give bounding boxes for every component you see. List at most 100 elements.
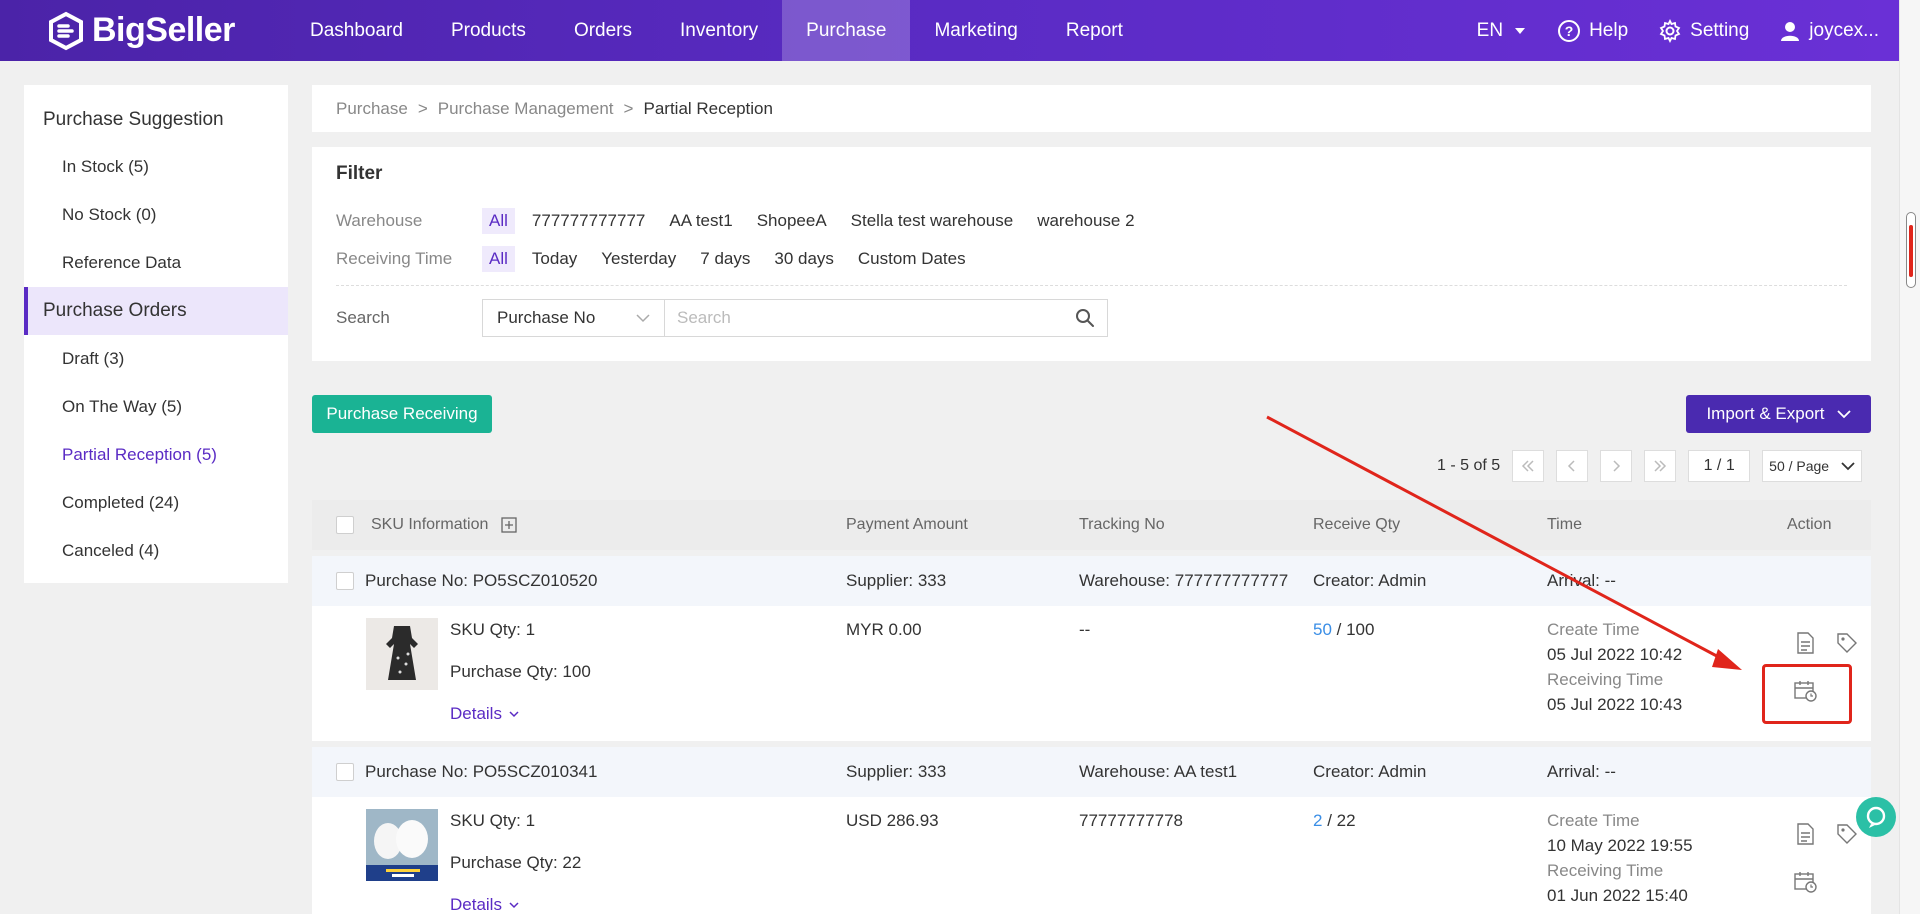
select-all-checkbox[interactable] [336, 516, 354, 534]
last-page-button[interactable] [1644, 450, 1677, 482]
language-label: EN [1476, 19, 1504, 41]
product-image-dress[interactable] [366, 618, 438, 690]
filter-divider [336, 285, 1847, 286]
details-label: Details [450, 704, 502, 723]
user-icon [1781, 21, 1800, 41]
warehouse-label: Warehouse [336, 211, 423, 230]
help-link[interactable]: ? Help [1557, 19, 1628, 43]
received-qty[interactable]: 50 [1313, 620, 1332, 639]
language-select[interactable]: EN [1477, 20, 1527, 42]
prev-page-button[interactable] [1556, 450, 1589, 482]
annotation-highlight-box [1762, 664, 1852, 724]
filter-panel: Filter Warehouse All 777777777777 AA tes… [312, 147, 1871, 361]
brand-name: BigSeller [92, 11, 235, 49]
scrollbar-highlight [1909, 225, 1913, 277]
received-qty[interactable]: 2 [1313, 811, 1322, 830]
purchase-no: Purchase No: PO5SCZ010341 [365, 762, 598, 781]
logo[interactable]: BigSeller [46, 11, 286, 51]
expand-all-icon[interactable] [501, 517, 518, 533]
warehouse-filter-row: Warehouse All 777777777777 AA test1 Shop… [336, 208, 1152, 234]
help-icon: ? [1558, 19, 1581, 42]
document-icon[interactable] [1795, 823, 1815, 845]
order-checkbox[interactable] [336, 763, 354, 781]
breadcrumb-purchase-management[interactable]: Purchase Management [438, 99, 614, 119]
nav-marketing[interactable]: Marketing [910, 0, 1041, 61]
import-export-button[interactable]: Import & Export [1686, 395, 1871, 433]
search-type-select[interactable]: Purchase No [482, 299, 665, 337]
sidebar-item-draft[interactable]: Draft (3) [24, 335, 288, 383]
arrival: Arrival: -- [1547, 762, 1616, 781]
setting-link[interactable]: Setting [1658, 18, 1749, 43]
nav-purchase[interactable]: Purchase [782, 0, 911, 61]
first-page-button[interactable] [1512, 450, 1545, 482]
supplier: Supplier: 333 [846, 762, 947, 781]
nav-inventory[interactable]: Inventory [656, 0, 782, 61]
header-sku-information: SKU Information [371, 516, 489, 533]
tag-icon[interactable] [1836, 823, 1858, 845]
time-chip-7-days[interactable]: 7 days [693, 246, 757, 272]
page-size-select[interactable]: 50 / Page [1762, 450, 1863, 482]
details-toggle[interactable]: Details [450, 704, 519, 724]
receive-qty: 50 / 100 [1313, 620, 1374, 640]
tag-icon[interactable] [1836, 632, 1858, 654]
user-menu[interactable]: joycex... [1779, 20, 1879, 42]
breadcrumb-separator: > [623, 98, 634, 118]
sidebar-item-partial-reception[interactable]: Partial Reception (5) [24, 431, 288, 479]
search-icon[interactable] [1075, 308, 1095, 328]
time-chip-today[interactable]: Today [525, 246, 584, 272]
sidebar-item-on-the-way[interactable]: On The Way (5) [24, 383, 288, 431]
time-chip-all[interactable]: All [482, 246, 515, 272]
nav-dashboard[interactable]: Dashboard [286, 0, 427, 61]
warehouse-chip-stella[interactable]: Stella test warehouse [844, 208, 1021, 234]
product-image-socks[interactable] [366, 809, 438, 881]
create-time: 05 Jul 2022 10:42 [1547, 645, 1683, 664]
document-icon[interactable] [1795, 632, 1815, 654]
breadcrumb-separator: > [417, 98, 428, 118]
time-chip-30-days[interactable]: 30 days [767, 246, 841, 272]
receiving-record-icon[interactable] [1794, 871, 1818, 893]
warehouse: Warehouse: AA test1 [1079, 762, 1238, 781]
details-toggle[interactable]: Details [450, 895, 519, 914]
breadcrumb: Purchase > Purchase Management > Partial… [312, 85, 1871, 132]
search-input[interactable] [677, 308, 1057, 328]
supplier: Supplier: 333 [846, 571, 947, 590]
sidebar-item-reference-data[interactable]: Reference Data [24, 239, 288, 287]
table-header: SKU Information Payment Amount Tracking … [312, 500, 1871, 550]
time-chip-custom-dates[interactable]: Custom Dates [851, 246, 973, 272]
page-scrollbar[interactable] [1899, 0, 1920, 914]
page-number-input[interactable]: 1 / 1 [1688, 450, 1751, 482]
receiving-time: 01 Jun 2022 15:40 [1547, 886, 1688, 905]
total-qty: / 100 [1336, 620, 1375, 639]
receiving-time-label: Receiving Time [1547, 861, 1664, 880]
order-row: Purchase No: PO5SCZ010341 Supplier: 333 … [312, 747, 1871, 914]
sidebar-group-purchase-orders[interactable]: Purchase Orders [24, 287, 288, 335]
chat-support-button[interactable] [1856, 797, 1896, 837]
time-chip-yesterday[interactable]: Yesterday [594, 246, 683, 272]
nav-products[interactable]: Products [427, 0, 550, 61]
warehouse-chip-aa-test1[interactable]: AA test1 [662, 208, 739, 234]
chat-icon [1866, 806, 1886, 828]
warehouse-chip-777777777777[interactable]: 777777777777 [525, 208, 652, 234]
warehouse-chip-all[interactable]: All [482, 208, 515, 234]
order-header: Purchase No: PO5SCZ010520 Supplier: 333 … [312, 556, 1871, 606]
order-checkbox[interactable] [336, 572, 354, 590]
sidebar-item-canceled[interactable]: Canceled (4) [24, 527, 288, 575]
sidebar-item-no-stock[interactable]: No Stock (0) [24, 191, 288, 239]
nav-report[interactable]: Report [1042, 0, 1147, 61]
search-row: Search Purchase No [336, 299, 1108, 337]
page-size-value: 50 / Page [1769, 458, 1830, 474]
warehouse: Warehouse: 777777777777 [1079, 571, 1289, 590]
breadcrumb-purchase[interactable]: Purchase [336, 99, 408, 119]
receive-qty: 2 / 22 [1313, 811, 1356, 831]
sidebar: Purchase Suggestion In Stock (5) No Stoc… [24, 85, 288, 583]
purchase-receiving-button[interactable]: Purchase Receiving [312, 395, 492, 433]
warehouse-chip-warehouse-2[interactable]: warehouse 2 [1030, 208, 1141, 234]
receiving-time: 05 Jul 2022 10:43 [1547, 695, 1683, 714]
nav-orders[interactable]: Orders [550, 0, 656, 61]
sidebar-item-in-stock[interactable]: In Stock (5) [24, 143, 288, 191]
purchase-qty: Purchase Qty: 100 [450, 662, 591, 681]
sidebar-item-completed[interactable]: Completed (24) [24, 479, 288, 527]
chevron-right-icon [1613, 460, 1621, 472]
next-page-button[interactable] [1600, 450, 1633, 482]
warehouse-chip-shopeea[interactable]: ShopeeA [750, 208, 834, 234]
